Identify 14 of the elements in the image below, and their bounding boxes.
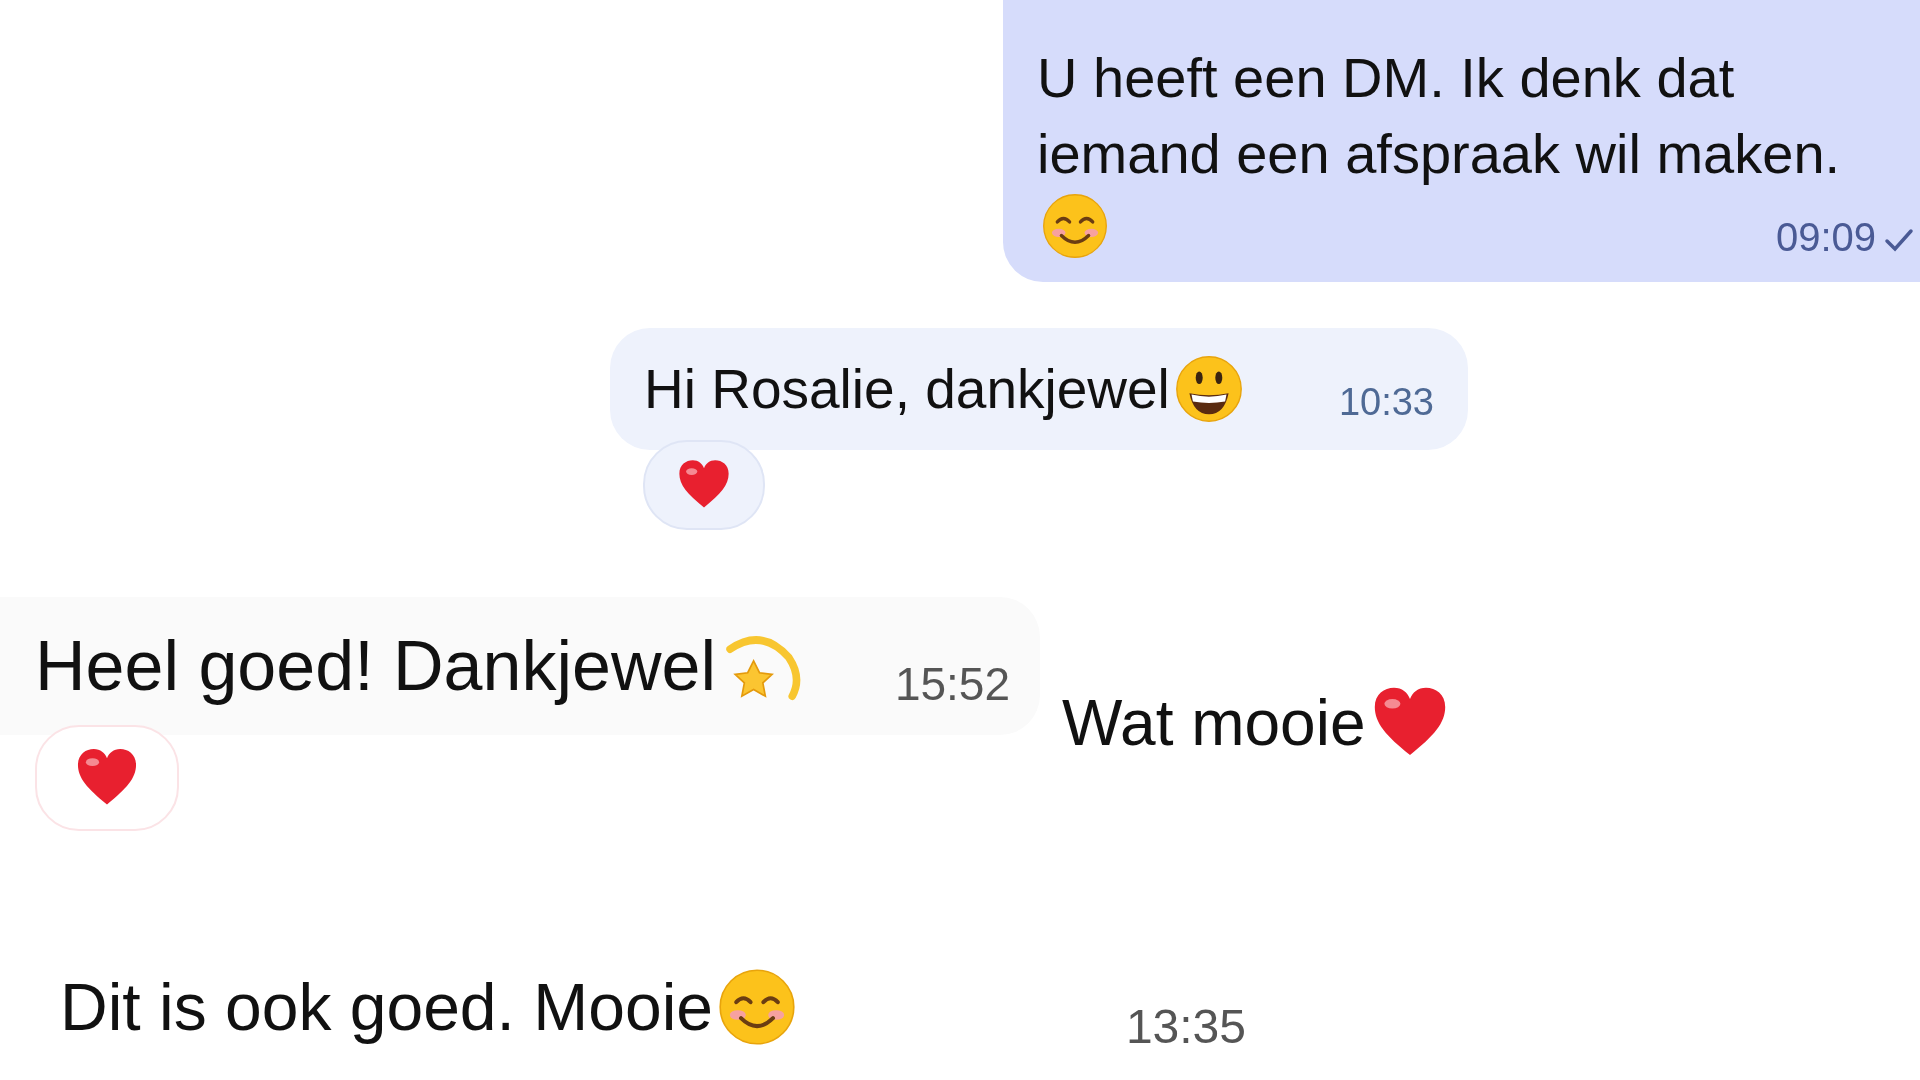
message-time: 09:09 bbox=[1775, 215, 1876, 260]
message-time: 13:35 bbox=[1125, 999, 1246, 1054]
smiling-face-icon bbox=[717, 966, 797, 1047]
smiling-face-icon bbox=[1041, 192, 1109, 260]
message-text: Heel goed! Dankjewel bbox=[35, 626, 716, 706]
message-time: 15:52 bbox=[894, 657, 1010, 711]
reaction-pill[interactable] bbox=[35, 725, 179, 831]
message-text: iemand een afspraak wil maken. bbox=[1037, 121, 1842, 187]
message-text: U heeft een DM. Ik denk dat bbox=[1037, 45, 1736, 111]
grinning-face-icon bbox=[1173, 354, 1244, 424]
message-text: Dit is ook goed. Mooie bbox=[60, 968, 713, 1045]
message-text: Hi Rosalie, dankjewel bbox=[644, 357, 1170, 421]
message-text: Wat mooie bbox=[1062, 686, 1366, 760]
message-time: 10:33 bbox=[1338, 380, 1434, 424]
